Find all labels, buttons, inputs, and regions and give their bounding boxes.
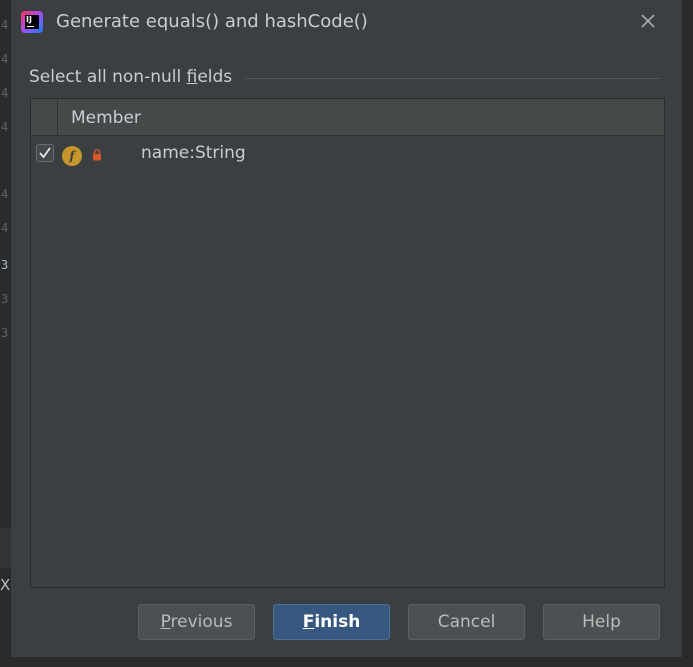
table-header: Member (31, 99, 664, 136)
editor-tool-strip (0, 528, 11, 568)
field-icon: f (62, 146, 82, 166)
gutter-line-number: 4 (1, 52, 9, 66)
close-icon[interactable] (637, 10, 659, 32)
gutter-line-number: 4 (1, 86, 9, 100)
header-check-column (31, 99, 58, 135)
gutter-line-number: 3 (1, 258, 9, 272)
section-divider (245, 78, 660, 79)
gutter-line-number: 3 (1, 292, 9, 306)
finish-button[interactable]: Finish (273, 604, 390, 640)
gutter-line-number: 4 (1, 187, 9, 201)
field-checkbox[interactable] (36, 144, 54, 162)
private-lock-icon (93, 149, 101, 161)
member-column-header[interactable]: Member (71, 108, 141, 128)
editor-bottom-edge (0, 657, 693, 667)
dialog-title: Generate equals() and hashCode() (56, 11, 368, 32)
checkmark-icon (39, 147, 51, 159)
dialog-titlebar[interactable]: IJ Generate equals() and hashCode() (11, 0, 682, 44)
gutter-line-number: 4 (1, 18, 9, 32)
members-table[interactable]: Member f name:String (30, 98, 665, 588)
table-row[interactable]: f name:String (31, 136, 664, 172)
gutter-line-number: 4 (1, 221, 9, 235)
editor-partial-text: X (0, 576, 11, 594)
select-fields-label: Select all non-null fields (29, 67, 233, 87)
gutter-line-number: 4 (1, 120, 9, 134)
intellij-logo-icon: IJ (21, 11, 43, 33)
generate-equals-hashcode-dialog: IJ Generate equals() and hashCode() Sele… (11, 0, 682, 657)
editor-right-edge (683, 0, 693, 667)
gutter-line-number: 3 (1, 326, 9, 340)
member-name: name:String (141, 143, 246, 163)
cancel-button[interactable]: Cancel (408, 604, 525, 640)
previous-button[interactable]: Previous (138, 604, 255, 640)
help-button[interactable]: Help (543, 604, 660, 640)
